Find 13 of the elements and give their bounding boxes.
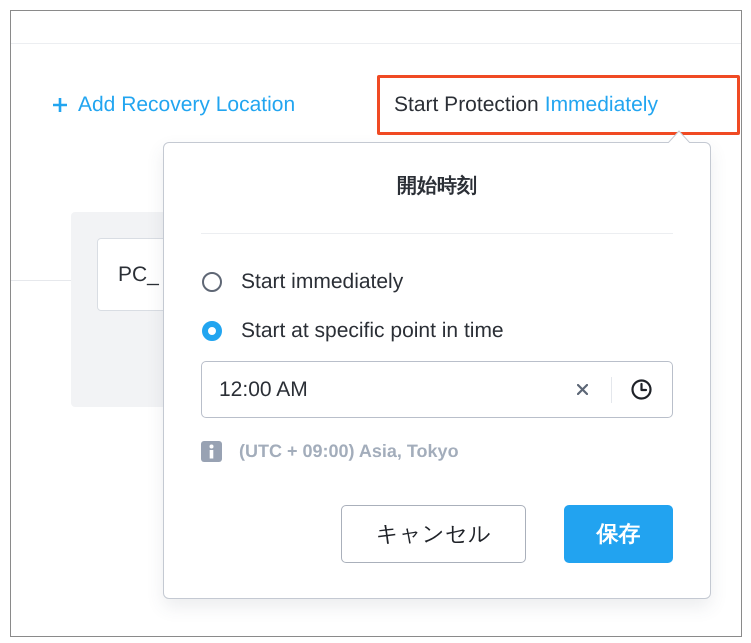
plus-icon [53,98,67,112]
clock-icon[interactable] [631,379,652,400]
clear-icon[interactable] [577,384,588,395]
time-field[interactable]: 12:00 AM [201,361,673,418]
start-protection-label: Start Protection [394,93,539,117]
radio-button[interactable] [202,321,222,341]
cancel-button[interactable]: キャンセル [341,505,526,563]
option-label[interactable]: Start at specific point in time [241,319,504,343]
info-icon [201,441,222,462]
timezone-note: (UTC + 09:00) Asia, Tokyo [239,441,459,462]
option-label[interactable]: Start immediately [241,270,404,294]
radio-button[interactable] [202,272,222,292]
popover-title: 開始時刻 [396,174,478,199]
